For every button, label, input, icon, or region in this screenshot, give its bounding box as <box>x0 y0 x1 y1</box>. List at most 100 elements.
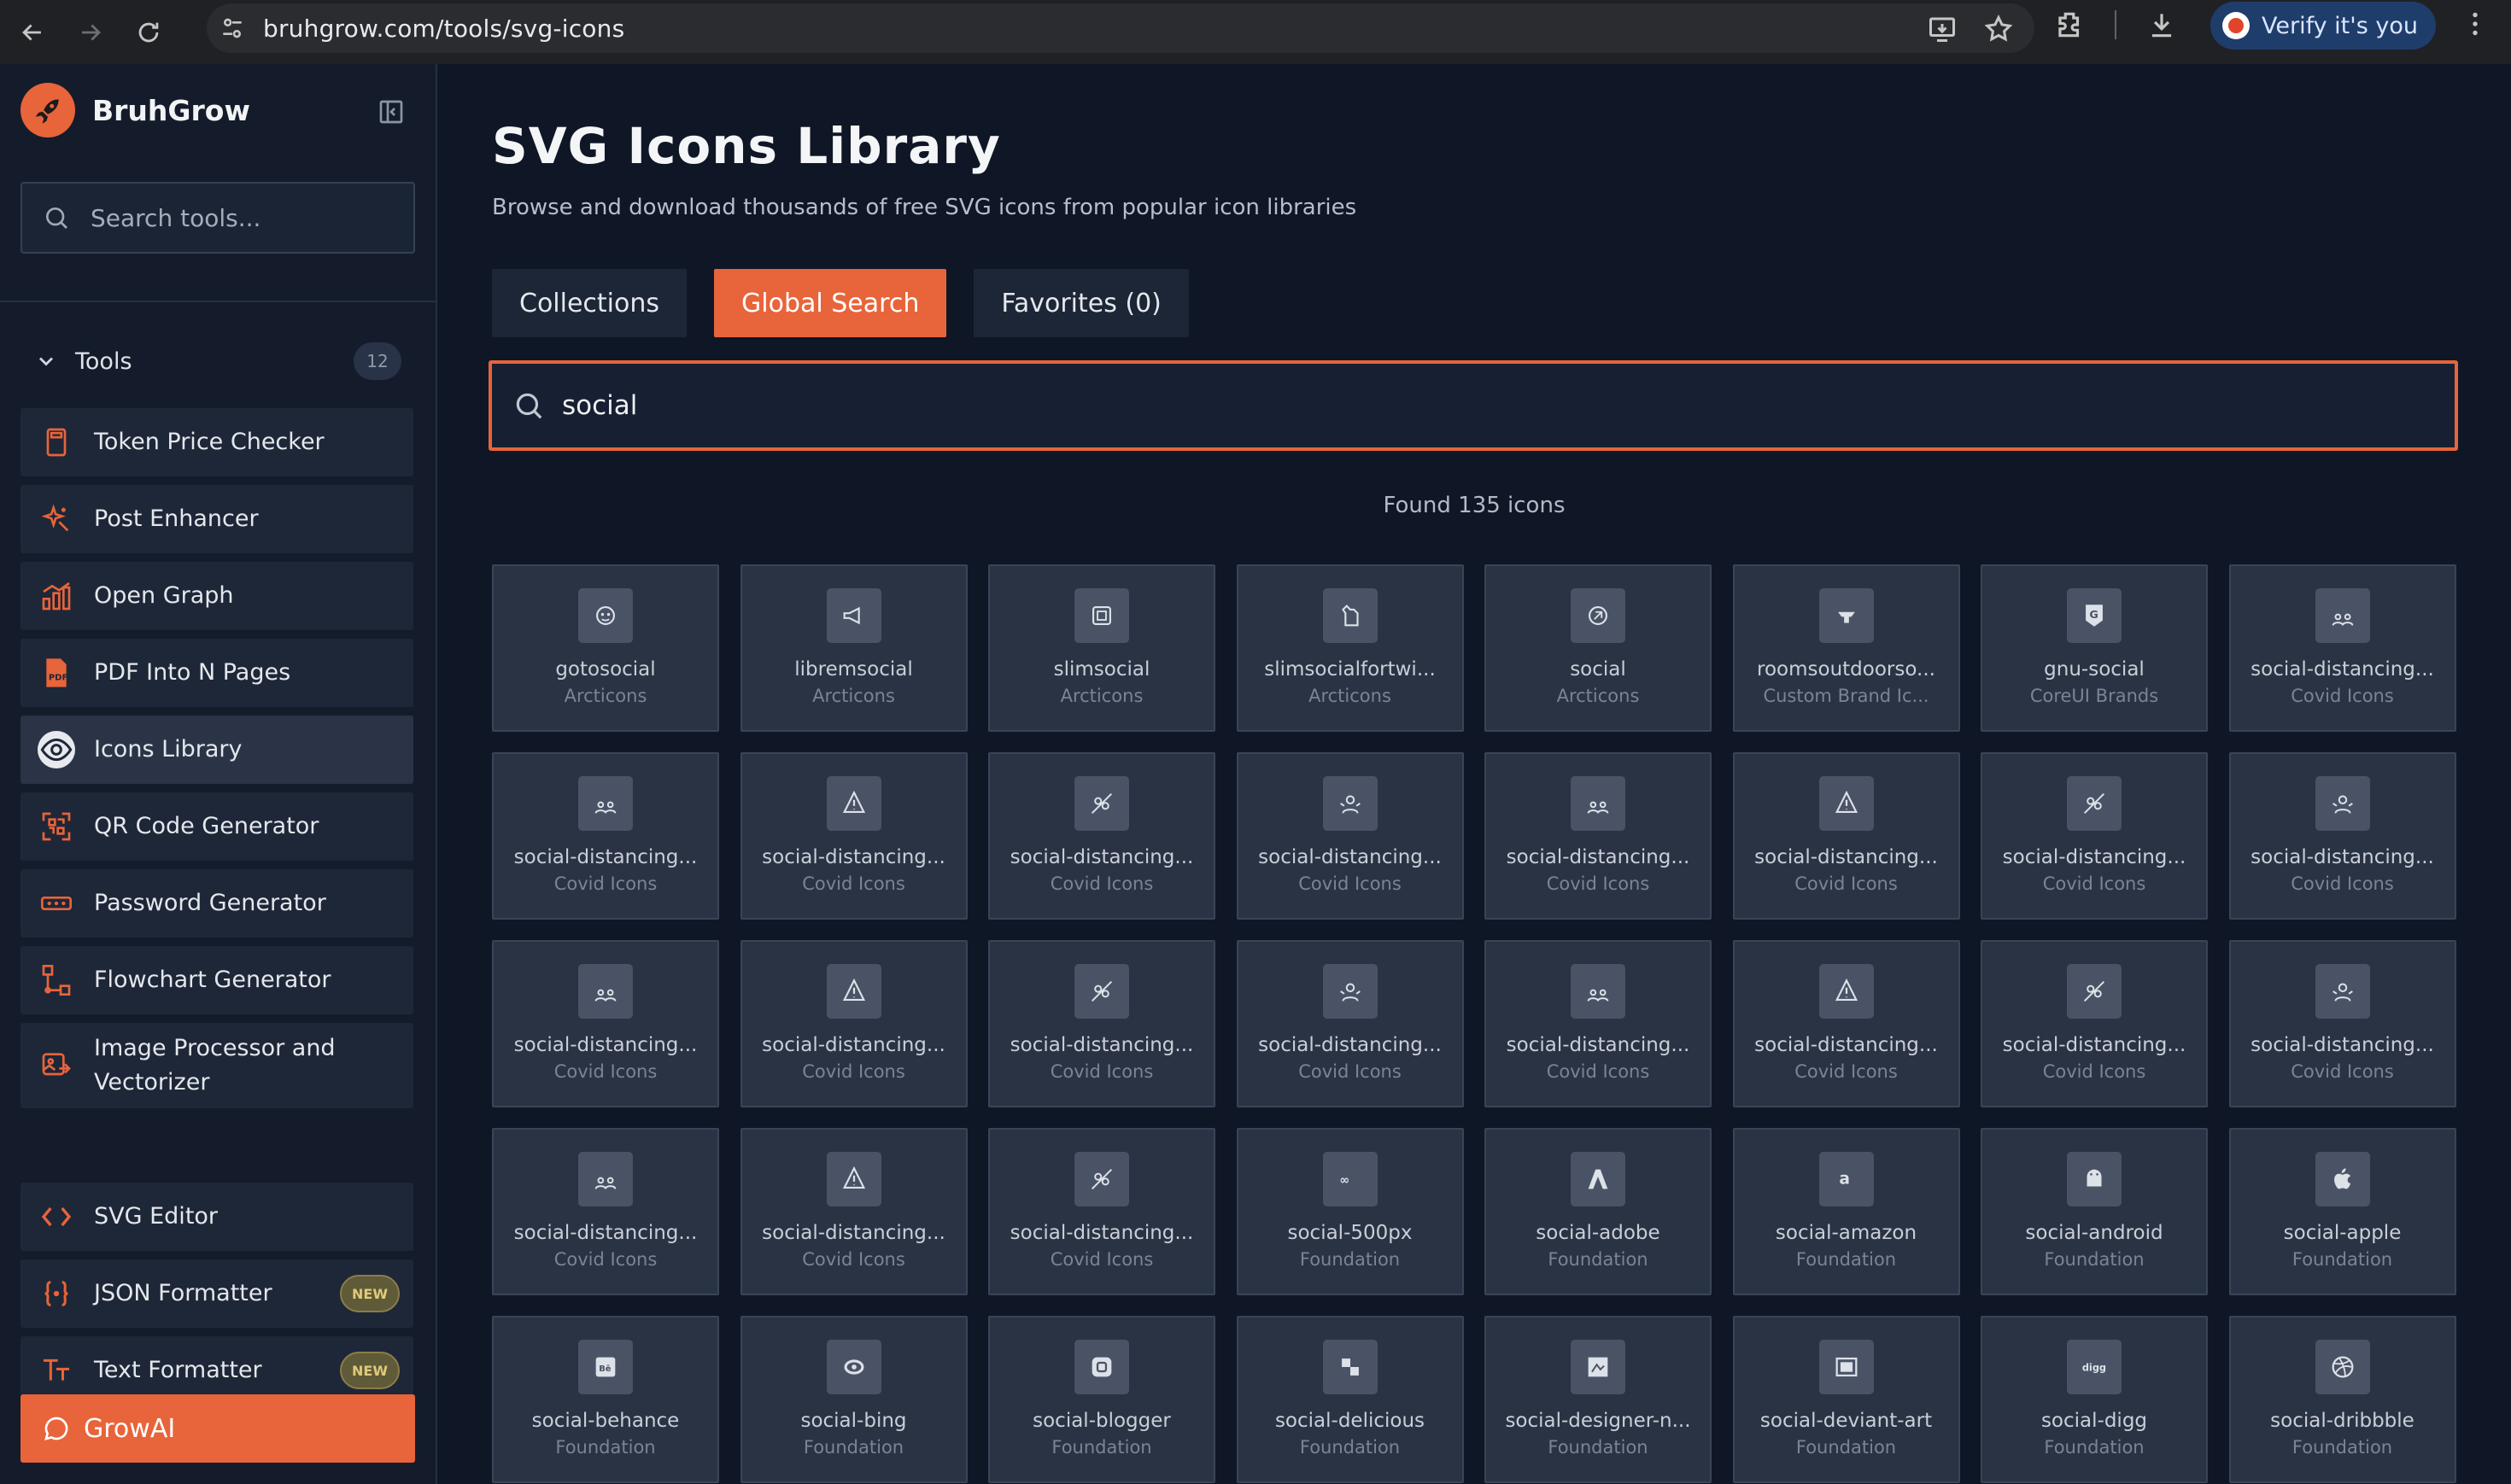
icon-collection: Foundation <box>555 1437 656 1458</box>
icon-card[interactable]: social-distancing... Covid Icons <box>988 940 1215 1107</box>
icon-card[interactable]: social-distancing... Covid Icons <box>1981 752 2208 920</box>
icon-collection: Covid Icons <box>1050 1061 1154 1082</box>
icon-name: social <box>1570 658 1626 681</box>
icon-card[interactable]: social-distancing... Covid Icons <box>1981 940 2208 1107</box>
address-bar[interactable]: bruhgrow.com/tools/svg-icons <box>207 3 2034 53</box>
flowchart-icon <box>38 961 75 999</box>
icon-card[interactable]: social-dribbble Foundation <box>2228 1316 2456 1483</box>
icon-card[interactable]: ∞ social-500px Foundation <box>1236 1128 1464 1295</box>
tab-global-search[interactable]: Global Search <box>714 269 947 337</box>
sidebar-item-flowchart-generator[interactable]: Flowchart Generator <box>20 946 413 1014</box>
sidebar-item-token-price-checker[interactable]: Token Price Checker <box>20 408 413 476</box>
icon-card[interactable]: digg social-digg Foundation <box>1981 1316 2208 1483</box>
icon-collection: Covid Icons <box>802 1249 905 1270</box>
url-text[interactable]: bruhgrow.com/tools/svg-icons <box>263 15 624 43</box>
sidebar-item-svg-editor[interactable]: SVG Editor <box>20 1183 413 1251</box>
roomsoutdoorso-icon <box>1818 588 1874 643</box>
brand[interactable]: BruhGrow <box>20 83 250 137</box>
icon-collection: Covid Icons <box>1298 873 1402 894</box>
icon-search-box[interactable] <box>489 360 2458 451</box>
growai-button[interactable]: GrowAI <box>20 1394 415 1463</box>
tab-collections[interactable]: Collections <box>492 269 688 337</box>
password-icon <box>38 885 75 922</box>
svg-text:Bē: Bē <box>599 1364 612 1374</box>
icon-card[interactable]: slimsocialfortwi... Arcticons <box>1236 564 1464 732</box>
search-icon <box>46 207 67 229</box>
icon-card[interactable]: social-deviant-art Foundation <box>1732 1316 1960 1483</box>
icon-search-input[interactable] <box>562 390 2270 421</box>
sidebar-item-password-generator[interactable]: Password Generator <box>20 869 413 938</box>
icon-card[interactable]: gotosocial Arcticons <box>492 564 719 732</box>
install-app-icon[interactable] <box>1927 14 1958 44</box>
tool-search-input[interactable] <box>91 203 398 232</box>
icon-card[interactable]: social-bing Foundation <box>740 1316 968 1483</box>
icon-card[interactable]: social-apple Foundation <box>2228 1128 2456 1295</box>
reload-button[interactable] <box>123 7 174 58</box>
icon-card[interactable]: social-distancing... Covid Icons <box>1236 752 1464 920</box>
icon-card[interactable]: social-distancing... Covid Icons <box>740 1128 968 1295</box>
icon-card[interactable]: social-distancing... Covid Icons <box>492 752 719 920</box>
tools-section-toggle[interactable]: Tools 12 <box>34 337 401 385</box>
icon-card[interactable]: social-distancing... Covid Icons <box>740 940 968 1107</box>
icon-collection: Arcticons <box>1060 686 1144 706</box>
icon-name: social-apple <box>2283 1222 2402 1244</box>
icon-card[interactable]: social-distancing... Covid Icons <box>1732 752 1960 920</box>
bookmark-star-icon[interactable] <box>1983 14 2014 44</box>
braces-icon <box>38 1275 75 1312</box>
browser-menu-button[interactable] <box>2460 9 2491 43</box>
tool-search-box[interactable] <box>20 182 415 254</box>
site-info-icon[interactable] <box>219 15 246 42</box>
extensions-icon[interactable] <box>2053 9 2086 41</box>
sidebar-item-open-graph[interactable]: Open Graph <box>20 562 413 630</box>
icon-card[interactable]: social-blogger Foundation <box>988 1316 1215 1483</box>
icon-card[interactable]: a social-amazon Foundation <box>1732 1128 1960 1295</box>
icon-card[interactable]: social-distancing... Covid Icons <box>1732 940 1960 1107</box>
sidebar-item-icons-library[interactable]: Icons Library <box>20 716 413 784</box>
icon-collection: Foundation <box>1795 1249 1897 1270</box>
icon-card[interactable]: social Arcticons <box>1484 564 1712 732</box>
icon-card[interactable]: slimsocial Arcticons <box>988 564 1215 732</box>
icon-name: social-distancing... <box>1754 846 1938 868</box>
icon-card[interactable]: social-distancing... Covid Icons <box>1484 940 1712 1107</box>
sidebar: BruhGrow Tools 12 Token Price Checker Po… <box>0 64 437 1484</box>
icon-name: social-distancing... <box>1506 1034 1690 1056</box>
sidebar-item-pdf-into-n-pages[interactable]: PDF PDF Into N Pages <box>20 639 413 707</box>
icon-card[interactable]: social-designer-n... Foundation <box>1484 1316 1712 1483</box>
icon-card[interactable]: social-distancing... Covid Icons <box>1484 752 1712 920</box>
icon-card[interactable]: social-distancing... Covid Icons <box>492 940 719 1107</box>
icon-card[interactable]: social-distancing... Covid Icons <box>2228 564 2456 732</box>
social-distancing-icon <box>2067 776 2122 831</box>
icon-card[interactable]: Ggnu-social CoreUI Brands <box>1981 564 2208 732</box>
icon-card[interactable]: social-distancing... Covid Icons <box>1236 940 1464 1107</box>
icon-name: social-distancing... <box>513 1222 698 1244</box>
icon-card[interactable]: roomsoutdoorso... Custom Brand Ic... <box>1732 564 1960 732</box>
icon-collection: Covid Icons <box>553 1249 658 1270</box>
back-button[interactable] <box>7 7 58 58</box>
collapse-sidebar-icon[interactable] <box>378 98 405 126</box>
verify-profile-button[interactable]: Verify it's you <box>2210 2 2436 50</box>
icon-card[interactable]: social-distancing... Covid Icons <box>740 752 968 920</box>
icon-collection: Foundation <box>803 1437 904 1458</box>
sidebar-item-image-processor[interactable]: Image Processor and Vectorizer <box>20 1023 413 1108</box>
icon-card[interactable]: social-distancing... Covid Icons <box>988 752 1215 920</box>
tab-favorites[interactable]: Favorites (0) <box>974 269 1189 337</box>
sidebar-item-label: Post Enhancer <box>94 505 259 532</box>
downloads-icon[interactable] <box>2145 9 2178 41</box>
icon-card[interactable]: social-adobe Foundation <box>1484 1128 1712 1295</box>
sidebar-item-post-enhancer[interactable]: Post Enhancer <box>20 485 413 553</box>
icon-card[interactable]: libremsocial Arcticons <box>740 564 968 732</box>
icon-card[interactable]: social-distancing... Covid Icons <box>492 1128 719 1295</box>
icon-card[interactable]: social-distancing... Covid Icons <box>988 1128 1215 1295</box>
sidebar-item-qr-code-generator[interactable]: QR Code Generator <box>20 792 413 861</box>
sidebar-item-json-formatter[interactable]: JSON Formatter NEW <box>20 1259 413 1328</box>
icon-card[interactable]: social-distancing... Covid Icons <box>2228 940 2456 1107</box>
icon-card[interactable]: social-distancing... Covid Icons <box>2228 752 2456 920</box>
icon-card[interactable]: social-android Foundation <box>1981 1128 2208 1295</box>
icon-collection: Covid Icons <box>1298 1061 1402 1082</box>
forward-button[interactable] <box>65 7 116 58</box>
icon-card[interactable]: Bē social-behance Foundation <box>492 1316 719 1483</box>
social-behance-icon: Bē <box>578 1340 633 1394</box>
browser-toolbar: bruhgrow.com/tools/svg-icons Verify it's… <box>0 0 2511 64</box>
icon-card[interactable]: social-delicious Foundation <box>1236 1316 1464 1483</box>
sidebar-item-label: JSON Formatter <box>94 1280 272 1306</box>
